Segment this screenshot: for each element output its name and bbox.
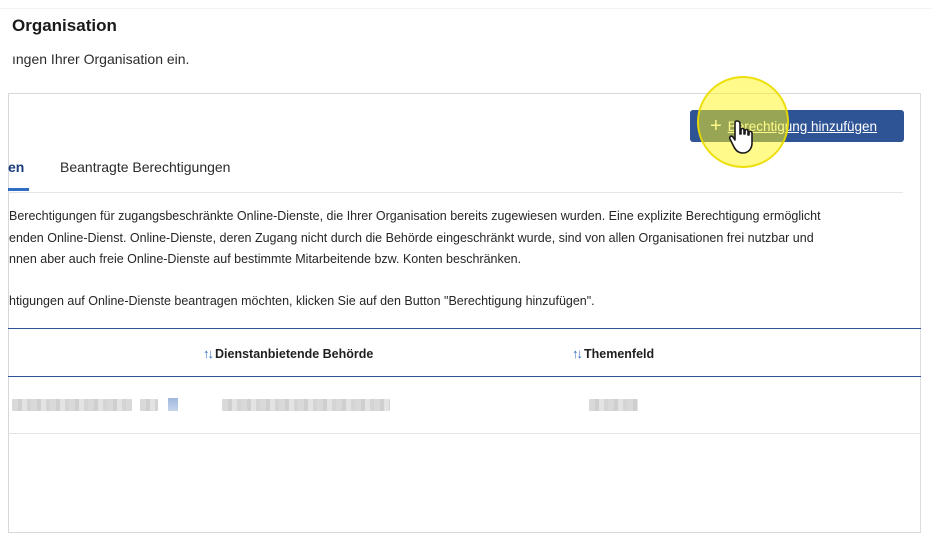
description-line: Berechtigungen für zugangsbeschränkte On… — [9, 209, 821, 223]
page-title: Organisation — [12, 16, 117, 35]
description-line: nnen aber auch freie Online-Dienste auf … — [9, 252, 522, 266]
table-header-border — [8, 376, 921, 377]
sort-icon[interactable]: ↑↓ — [572, 346, 583, 361]
column-header-themenfeld[interactable]: ↑↓ Themenfeld — [572, 346, 654, 361]
description-paragraph: Berechtigungen für zugangsbeschränkte On… — [9, 206, 914, 271]
plus-icon: + — [710, 115, 722, 137]
redacted-topic — [589, 399, 638, 411]
tab-bar: en Beantragte Berechtigungen — [8, 150, 903, 193]
row-divider — [8, 433, 921, 434]
instruction-text: htigungen auf Online-Dienste beantragen … — [9, 294, 595, 308]
top-divider — [0, 8, 931, 9]
description-line: enden Online-Dienst. Online-Dienste, der… — [9, 230, 814, 245]
add-permission-button[interactable]: + Berechtigung hinzufügen — [690, 110, 904, 142]
tab-beantragte-berechtigungen[interactable]: Beantragte Berechtigungen — [60, 150, 230, 191]
redacted-service-name — [12, 399, 132, 411]
column-header-behoerde[interactable]: ↑↓ Dienstanbietende Behörde — [203, 346, 373, 361]
info-icon[interactable] — [168, 398, 178, 411]
table-top-border — [8, 328, 921, 329]
redacted-service-name-suffix — [140, 399, 158, 411]
column-header-label: Dienstanbietende Behörde — [215, 346, 374, 361]
sort-icon[interactable]: ↑↓ — [203, 346, 214, 361]
redacted-authority — [222, 399, 390, 411]
add-permission-button-label: Berechtigung hinzufügen — [727, 118, 878, 134]
tab-berechtigungen[interactable]: en — [8, 150, 30, 191]
column-header-label: Themenfeld — [584, 346, 655, 361]
page-subtitle: ıngen Ihrer Organisation ein. — [12, 51, 190, 67]
